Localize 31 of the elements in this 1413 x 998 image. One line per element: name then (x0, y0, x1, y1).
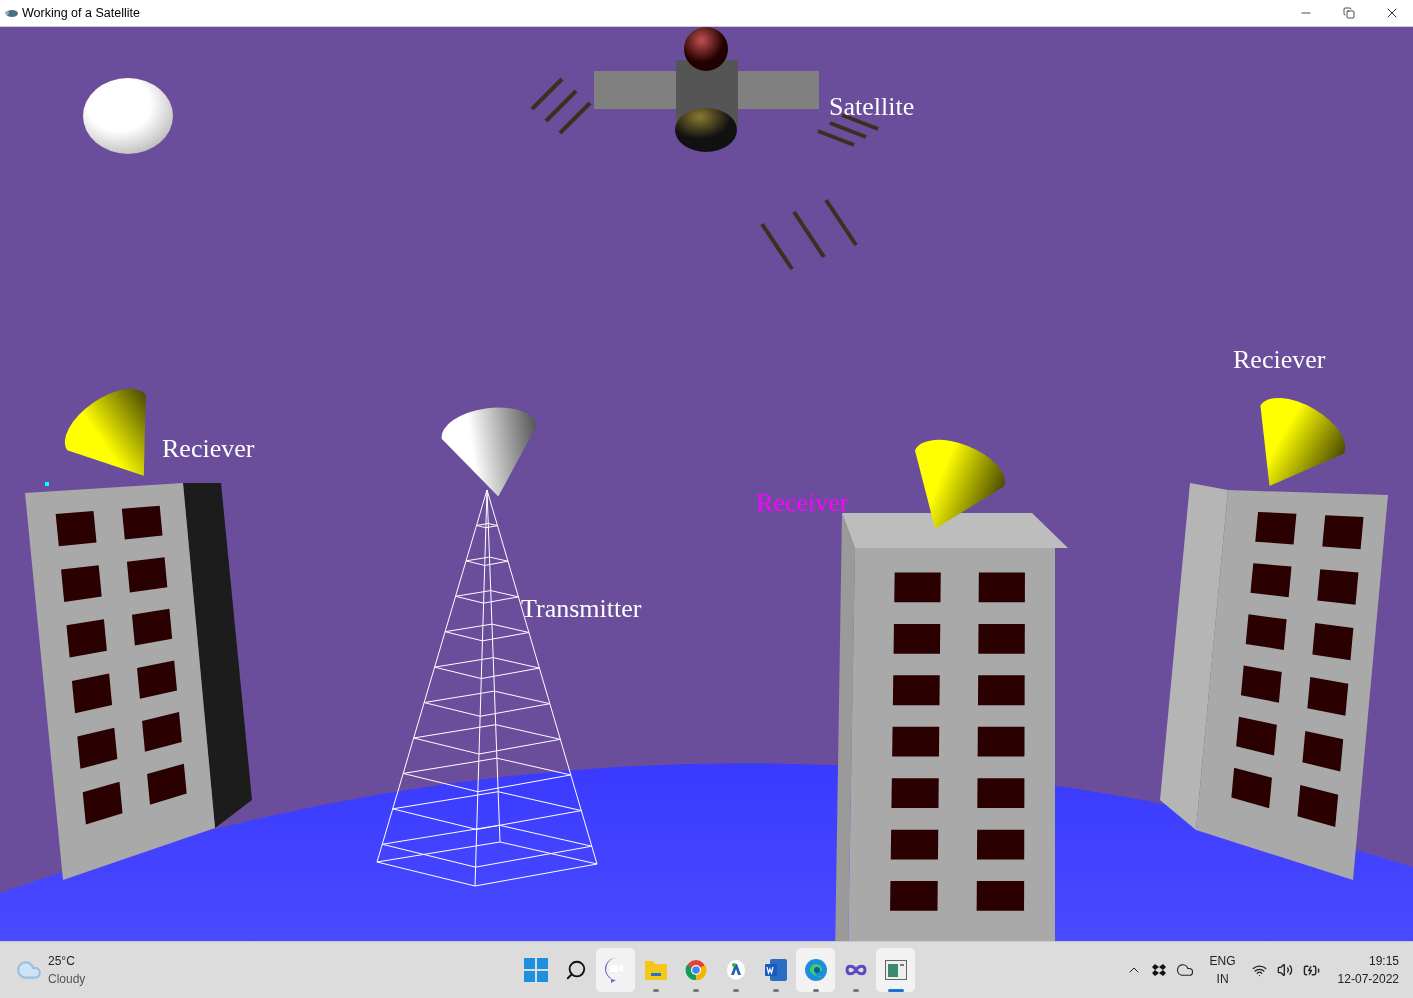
restore-icon (1342, 7, 1355, 19)
scene-label: Reciever (1233, 345, 1326, 374)
language-text: ENG (1209, 953, 1236, 970)
window-title: Working of a Satellite (22, 6, 141, 20)
weather-condition-text: Cloudy (48, 971, 86, 988)
date-text: 12-07-2022 (1337, 971, 1399, 988)
app-icon (725, 959, 746, 981)
region-text: IN (1216, 971, 1229, 988)
cloud-icon[interactable] (1175, 961, 1194, 979)
box-icon[interactable] (1151, 963, 1166, 977)
language-indicator[interactable]: ENG IN (1209, 952, 1236, 988)
scene-label: Transmitter (521, 594, 642, 623)
signal-lines-drawing (817, 113, 879, 147)
wifi-icon[interactable] (1251, 962, 1267, 978)
clock[interactable]: 19:15 12-07-2022 (1337, 952, 1399, 988)
temperature-text: 25°C (48, 953, 76, 970)
app-logo-icon (4, 8, 18, 18)
signal-lines-drawing (530, 77, 592, 135)
window-icon (884, 960, 907, 980)
document-icon (763, 958, 788, 982)
scene-label: Satellite (829, 92, 915, 121)
browser-icon (803, 958, 828, 982)
windows-logo-icon (523, 958, 548, 982)
infinity-icon (844, 964, 867, 976)
time-text: 19:15 (1368, 953, 1399, 970)
browser-icon (684, 959, 707, 981)
volume-icon[interactable] (1276, 962, 1293, 978)
scene-label: Receiver (756, 488, 849, 517)
folder-icon (643, 959, 668, 981)
scene-label: Reciever (162, 434, 255, 463)
search-icon (564, 959, 587, 981)
